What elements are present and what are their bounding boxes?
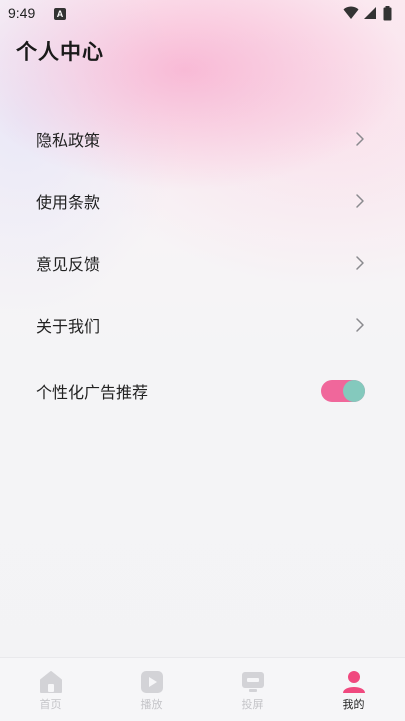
menu-item-label: 个性化广告推荐 [36, 383, 149, 402]
menu-item-feedback[interactable]: 意见反馈 [0, 232, 405, 294]
menu-item-privacy-policy[interactable]: 隐私政策 [0, 108, 405, 170]
status-time: 9:49 [8, 5, 36, 21]
profile-icon [342, 671, 365, 693]
tab-cast-screen[interactable]: 投屏 [202, 658, 303, 721]
cast-screen-icon [241, 672, 264, 692]
tab-label: 播放 [140, 698, 163, 711]
tab-label: 投屏 [241, 698, 264, 711]
bottom-tab-bar: 首页 播放 投屏 我的 [0, 657, 405, 721]
menu-item-personalized-ads: 个性化广告推荐 [0, 360, 405, 422]
status-icons [343, 6, 397, 22]
personalized-ads-toggle[interactable] [321, 380, 365, 402]
menu-item-label: 使用条款 [36, 193, 101, 212]
tab-home[interactable]: 首页 [0, 658, 101, 721]
tab-label: 首页 [39, 698, 62, 711]
notification-badge: A [54, 8, 66, 20]
wifi-icon [343, 6, 359, 19]
play-icon [140, 671, 163, 693]
tab-play[interactable]: 播放 [101, 658, 202, 721]
toggle-knob [343, 380, 365, 402]
chevron-right-icon [356, 194, 364, 208]
battery-icon [383, 6, 392, 21]
home-icon [39, 671, 62, 693]
signal-icon [364, 7, 376, 19]
tab-label: 我的 [342, 698, 365, 711]
menu-item-label: 关于我们 [36, 317, 101, 336]
menu-item-label: 隐私政策 [36, 131, 101, 150]
menu-item-label: 意见反馈 [36, 255, 101, 274]
chevron-right-icon [356, 256, 364, 270]
status-bar: 9:49 A [0, 0, 405, 28]
tab-profile[interactable]: 我的 [303, 658, 404, 721]
chevron-right-icon [356, 318, 364, 332]
chevron-right-icon [356, 132, 364, 146]
menu-item-about-us[interactable]: 关于我们 [0, 294, 405, 356]
menu-item-terms-of-use[interactable]: 使用条款 [0, 170, 405, 232]
page-title: 个人中心 [16, 40, 104, 64]
